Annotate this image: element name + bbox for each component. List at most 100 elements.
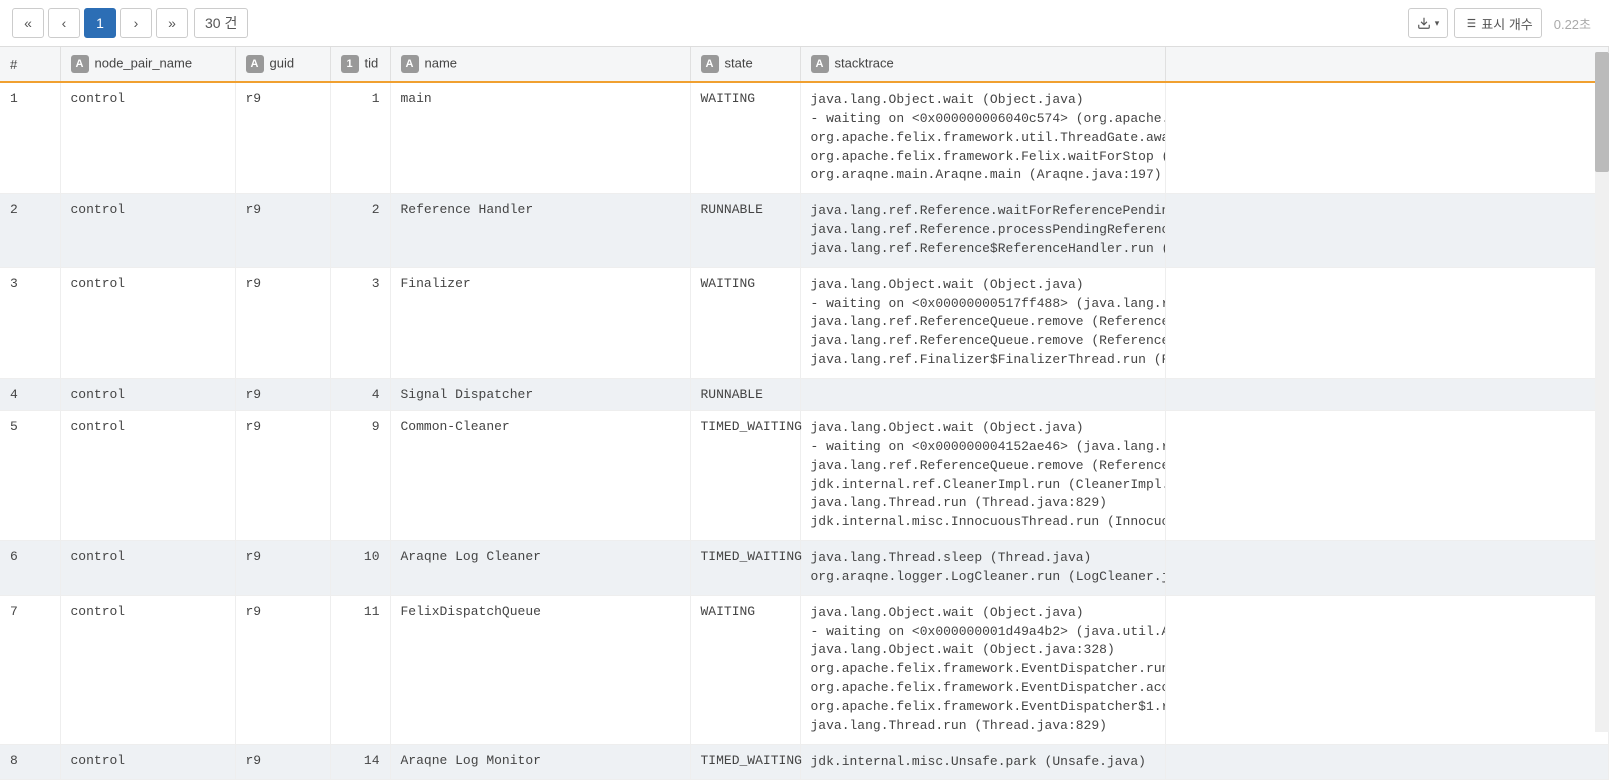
cell-state: RUNNABLE — [690, 378, 800, 410]
col-header-tid[interactable]: 1 tid — [330, 47, 390, 82]
col-label: state — [725, 55, 753, 70]
cell-stacktrace: java.lang.ref.Reference.waitForReference… — [800, 194, 1165, 268]
pager-next-button[interactable]: › — [120, 8, 152, 38]
display-count-button[interactable]: 표시 개수 — [1454, 8, 1541, 38]
cell-empty — [1165, 194, 1609, 268]
pager: « ‹ 1 › » — [12, 8, 188, 38]
cell-node-pair-name: control — [60, 378, 235, 410]
cell-node-pair-name: control — [60, 744, 235, 780]
cell-name: Signal Dispatcher — [390, 378, 690, 410]
cell-state: WAITING — [690, 267, 800, 378]
cell-tid: 3 — [330, 267, 390, 378]
cell-idx: 2 — [0, 194, 60, 268]
col-header-name[interactable]: Aname — [390, 47, 690, 82]
results-table: # Anode_pair_name Aguid 1 tid Aname Astat… — [0, 47, 1609, 780]
toolbar: « ‹ 1 › » 30 건 ▾ 표시 개수 0.22초 — [0, 0, 1609, 46]
cell-idx: 8 — [0, 744, 60, 780]
cell-state: RUNNABLE — [690, 194, 800, 268]
cell-stacktrace: java.lang.Object.wait (Object.java) - wa… — [800, 595, 1165, 744]
cell-stacktrace — [800, 378, 1165, 410]
pager-prev-button[interactable]: ‹ — [48, 8, 80, 38]
cell-node-pair-name: control — [60, 194, 235, 268]
col-label: node_pair_name — [95, 55, 193, 70]
query-timing: 0.22초 — [1548, 14, 1597, 33]
type-badge-text-icon: A — [811, 55, 829, 73]
table-row[interactable]: 5controlr99Common-CleanerTIMED_WAITINGja… — [0, 410, 1609, 540]
col-header-idx[interactable]: # — [0, 47, 60, 82]
table-row[interactable]: 3controlr93FinalizerWAITINGjava.lang.Obj… — [0, 267, 1609, 378]
caret-down-icon: ▾ — [1435, 18, 1440, 29]
cell-guid: r9 — [235, 595, 330, 744]
cell-empty — [1165, 410, 1609, 540]
row-count-badge: 30 건 — [194, 8, 248, 38]
cell-state: TIMED_WAITING — [690, 410, 800, 540]
cell-name: Araqne Log Cleaner — [390, 541, 690, 596]
cell-empty — [1165, 744, 1609, 780]
col-header-stacktrace[interactable]: Astacktrace — [800, 47, 1165, 82]
col-header-guid[interactable]: Aguid — [235, 47, 330, 82]
table-row[interactable]: 8controlr914Araqne Log MonitorTIMED_WAIT… — [0, 744, 1609, 780]
cell-tid: 10 — [330, 541, 390, 596]
cell-guid: r9 — [235, 410, 330, 540]
cell-name: Reference Handler — [390, 194, 690, 268]
col-label: stacktrace — [835, 55, 894, 70]
chevron-right-icon: › — [134, 15, 139, 31]
scrollbar-thumb[interactable] — [1595, 52, 1609, 172]
cell-empty — [1165, 82, 1609, 194]
cell-tid: 11 — [330, 595, 390, 744]
cell-name: Finalizer — [390, 267, 690, 378]
results-table-wrap: # Anode_pair_name Aguid 1 tid Aname Astat… — [0, 46, 1609, 780]
cell-stacktrace: java.lang.Thread.sleep (Thread.java) org… — [800, 541, 1165, 596]
cell-stacktrace: java.lang.Object.wait (Object.java) - wa… — [800, 410, 1165, 540]
cell-tid: 9 — [330, 410, 390, 540]
cell-name: FelixDispatchQueue — [390, 595, 690, 744]
pager-last-button[interactable]: » — [156, 8, 188, 38]
table-body: 1controlr91mainWAITINGjava.lang.Object.w… — [0, 82, 1609, 780]
vertical-scrollbar[interactable] — [1595, 52, 1609, 732]
cell-tid: 1 — [330, 82, 390, 194]
cell-empty — [1165, 267, 1609, 378]
type-badge-text-icon: A — [701, 55, 719, 73]
type-badge-text-icon: A — [246, 55, 264, 73]
col-label: tid — [365, 55, 379, 70]
list-icon — [1463, 16, 1477, 30]
cell-state: WAITING — [690, 82, 800, 194]
download-button[interactable]: ▾ — [1408, 8, 1449, 38]
type-badge-number-icon: 1 — [341, 55, 359, 73]
cell-tid: 2 — [330, 194, 390, 268]
cell-node-pair-name: control — [60, 82, 235, 194]
cell-name: main — [390, 82, 690, 194]
chevrons-right-icon: » — [168, 15, 176, 31]
pager-first-button[interactable]: « — [12, 8, 44, 38]
table-row[interactable]: 1controlr91mainWAITINGjava.lang.Object.w… — [0, 82, 1609, 194]
table-row[interactable]: 6controlr910Araqne Log CleanerTIMED_WAIT… — [0, 541, 1609, 596]
toolbar-right: ▾ 표시 개수 0.22초 — [1408, 8, 1597, 38]
col-header-state[interactable]: Astate — [690, 47, 800, 82]
cell-state: TIMED_WAITING — [690, 541, 800, 596]
table-row[interactable]: 4controlr94Signal DispatcherRUNNABLE — [0, 378, 1609, 410]
cell-state: TIMED_WAITING — [690, 744, 800, 780]
cell-empty — [1165, 378, 1609, 410]
table-row[interactable]: 2controlr92Reference HandlerRUNNABLEjava… — [0, 194, 1609, 268]
cell-idx: 6 — [0, 541, 60, 596]
cell-node-pair-name: control — [60, 595, 235, 744]
cell-guid: r9 — [235, 744, 330, 780]
col-label: guid — [270, 55, 295, 70]
cell-node-pair-name: control — [60, 410, 235, 540]
cell-stacktrace: java.lang.Object.wait (Object.java) - wa… — [800, 82, 1165, 194]
display-count-label: 표시 개수 — [1481, 14, 1532, 33]
pager-page-1-button[interactable]: 1 — [84, 8, 116, 38]
col-header-empty — [1165, 47, 1609, 82]
cell-stacktrace: jdk.internal.misc.Unsafe.park (Unsafe.ja… — [800, 744, 1165, 780]
cell-guid: r9 — [235, 378, 330, 410]
cell-state: WAITING — [690, 595, 800, 744]
table-row[interactable]: 7controlr911FelixDispatchQueueWAITINGjav… — [0, 595, 1609, 744]
cell-guid: r9 — [235, 267, 330, 378]
col-label: name — [425, 55, 458, 70]
col-header-node-pair-name[interactable]: Anode_pair_name — [60, 47, 235, 82]
chevrons-left-icon: « — [24, 15, 32, 31]
cell-empty — [1165, 541, 1609, 596]
cell-node-pair-name: control — [60, 541, 235, 596]
cell-idx: 3 — [0, 267, 60, 378]
download-icon — [1417, 16, 1431, 30]
